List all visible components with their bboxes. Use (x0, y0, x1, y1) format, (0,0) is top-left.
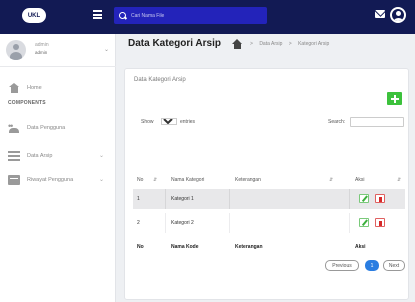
sidebar-item-riwayat-pengguna[interactable]: Riwayat Pengguna ⌄ (8, 173, 112, 187)
mail-icon[interactable] (375, 10, 385, 18)
edit-button[interactable] (359, 194, 369, 203)
list-icon (8, 151, 20, 161)
column-header-aksi: Aksi (355, 177, 365, 183)
chevron-down-icon: ⌄ (98, 177, 104, 183)
sort-icon[interactable]: ⇵ (153, 177, 157, 183)
page-title: Data Kategori Arsip (128, 38, 221, 49)
card-title: Data Kategori Arsip (134, 77, 186, 83)
logo-text: UKL (27, 12, 41, 19)
column-header-name[interactable]: Nama Kategori (171, 177, 204, 183)
cell-name: Kategori 2 (171, 220, 194, 226)
sidebar-item-label: Home (27, 85, 42, 91)
delete-button[interactable] (375, 194, 385, 203)
content-card: Data Kategori Arsip Show 10 entries Sear… (124, 68, 409, 300)
footer-keterangan: Keterangan (235, 244, 263, 250)
sidebar-divider (0, 66, 116, 67)
pagination-previous-button[interactable]: Previous (325, 260, 359, 271)
table-footer-row: No Nama Kode Keterangan Aksi (133, 240, 405, 254)
table-search-label: Search: (328, 119, 346, 125)
user-account-icon[interactable] (390, 7, 406, 23)
sidebar-item-data-arsip[interactable]: Data Arsip ⌄ (8, 149, 112, 163)
sidebar-item-home[interactable]: Home (8, 81, 112, 95)
add-category-button[interactable] (387, 92, 402, 105)
home-icon[interactable] (232, 39, 243, 49)
column-divider (165, 189, 166, 209)
menu-toggle-icon[interactable] (93, 10, 102, 19)
delete-button[interactable] (375, 218, 385, 227)
top-navbar: UKL (0, 0, 415, 34)
chevron-down-icon[interactable]: ⌄ (104, 46, 109, 53)
edit-button[interactable] (359, 218, 369, 227)
history-icon (8, 175, 20, 185)
sort-icon[interactable]: ⇵ (329, 177, 333, 183)
entries-select[interactable]: 10 (161, 118, 177, 125)
sidebar-item-label: Data Arsip (27, 153, 53, 159)
footer-aksi: Aksi (355, 244, 366, 250)
sidebar-item-label: Riwayat Pengguna (27, 177, 74, 183)
avatar (6, 40, 26, 60)
user-name: admin (35, 42, 49, 48)
breadcrumb-separator: > (288, 41, 292, 47)
pagination-next-button[interactable]: Next (383, 260, 405, 271)
app-logo[interactable]: UKL (22, 8, 46, 23)
sort-icon[interactable]: ⇵ (397, 177, 401, 183)
column-divider (229, 213, 230, 233)
sidebar-item-label: Data Pengguna (27, 125, 66, 131)
column-divider (349, 213, 350, 233)
footer-name: Nama Kode (171, 244, 199, 250)
column-divider (165, 213, 166, 233)
cell-no: 1 (137, 196, 140, 202)
column-header-keterangan[interactable]: Keterangan (235, 177, 261, 183)
cell-name: Kategori 1 (171, 196, 194, 202)
table-row: 1 Kategori 1 (133, 189, 405, 209)
column-divider (229, 189, 230, 209)
search-icon (119, 11, 127, 20)
sidebar: admin admin ⌄ Home COMPONENTS Data Pengg… (0, 34, 116, 302)
search-input[interactable] (131, 12, 261, 19)
home-icon (8, 83, 20, 93)
table-search-input[interactable] (350, 117, 404, 127)
entries-label: entries (180, 119, 196, 125)
show-label: Show (141, 119, 154, 125)
breadcrumb-item-data-arsip[interactable]: Data Arsip (259, 41, 282, 47)
sidebar-section-label: COMPONENTS (8, 100, 46, 106)
breadcrumb-item-kategori-arsip: Kategori Arsip (298, 41, 330, 47)
breadcrumb-separator: > (250, 41, 253, 47)
users-icon (8, 121, 20, 133)
column-header-no[interactable]: No (137, 177, 143, 183)
sidebar-user[interactable]: admin admin ⌄ (6, 40, 110, 60)
sidebar-item-data-pengguna[interactable]: Data Pengguna (8, 121, 112, 135)
table-header-row: No ⇵ Nama Kategori Keterangan ⇵ Aksi ⇵ (133, 173, 405, 187)
footer-no: No (137, 244, 144, 250)
breadcrumb: > Data Arsip > Kategori Arsip (250, 41, 334, 47)
chevron-down-icon: ⌄ (98, 153, 104, 159)
cell-no: 2 (137, 220, 140, 226)
global-search[interactable] (114, 7, 267, 24)
pagination-page-button[interactable]: 1 (365, 260, 379, 271)
column-divider (349, 189, 350, 209)
table-row: 2 Kategori 2 (133, 213, 405, 233)
user-role: admin (35, 50, 48, 55)
